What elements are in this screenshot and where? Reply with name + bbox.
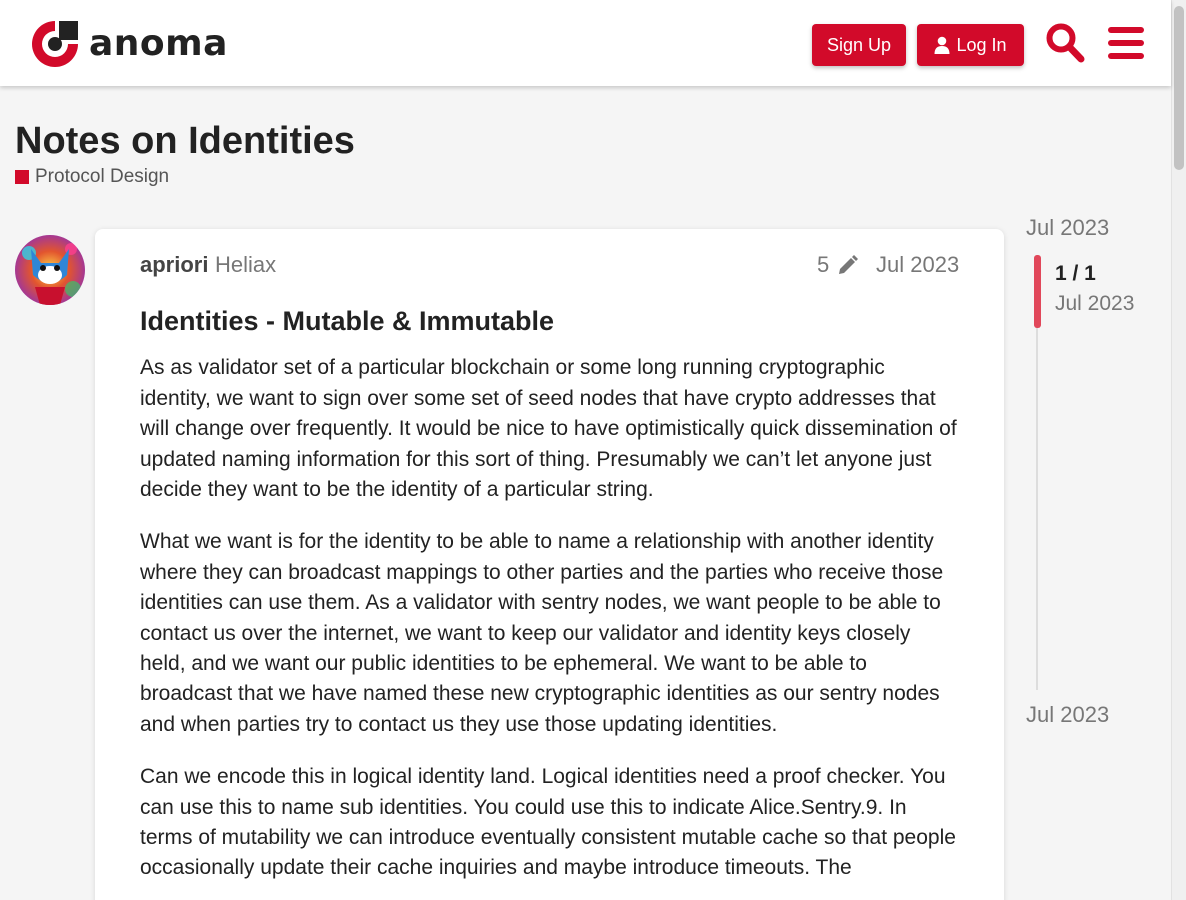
hamburger-menu-icon[interactable] bbox=[1108, 25, 1144, 61]
logo-text: anoma bbox=[89, 23, 228, 64]
timeline-handle[interactable] bbox=[1034, 255, 1041, 328]
post-paragraph: Can we encode this in logical identity l… bbox=[140, 765, 956, 880]
user-icon bbox=[934, 36, 950, 54]
post-heading: Identities - Mutable & Immutable bbox=[140, 306, 555, 336]
sign-up-button[interactable]: Sign Up bbox=[812, 24, 906, 66]
avatar[interactable] bbox=[15, 235, 85, 305]
post-body: Identities - Mutable & Immutable As as v… bbox=[140, 305, 960, 900]
log-in-button[interactable]: Log In bbox=[917, 24, 1024, 66]
post-date[interactable]: Jul 2023 bbox=[876, 252, 959, 278]
post-paragraph: What we want is for the identity to be a… bbox=[140, 530, 944, 736]
page-scrollbar[interactable] bbox=[1171, 0, 1186, 900]
pencil-icon bbox=[839, 255, 859, 274]
edit-count: 5 bbox=[817, 252, 830, 277]
scrollbar-thumb[interactable] bbox=[1174, 6, 1184, 170]
site-header: anoma Sign Up Log In bbox=[0, 0, 1171, 86]
category-label: Protocol Design bbox=[35, 166, 170, 187]
log-in-label: Log In bbox=[956, 34, 1007, 55]
category-badge[interactable]: Protocol Design bbox=[15, 166, 169, 188]
post-paragraph: As as validator set of a particular bloc… bbox=[140, 356, 957, 502]
post-username[interactable]: apriori bbox=[140, 252, 208, 278]
timeline-handle-date: Jul 2023 bbox=[1055, 292, 1135, 315]
category-color-icon bbox=[15, 170, 29, 184]
search-icon[interactable] bbox=[1045, 22, 1085, 64]
sign-up-label: Sign Up bbox=[826, 34, 892, 55]
timeline-position: 1 / 1 bbox=[1055, 262, 1096, 285]
site-logo[interactable]: anoma bbox=[29, 18, 228, 70]
timeline-start-date[interactable]: Jul 2023 bbox=[1026, 215, 1109, 241]
anoma-logo-icon bbox=[32, 21, 78, 67]
topic-title[interactable]: Notes on Identities bbox=[15, 120, 355, 163]
edit-history-button[interactable]: 5 bbox=[817, 252, 859, 278]
timeline-end-date[interactable]: Jul 2023 bbox=[1026, 702, 1109, 728]
post-card: apriori Heliax 5 Jul 2023 Identities - M… bbox=[95, 229, 1004, 900]
post-user-title: Heliax bbox=[215, 252, 277, 277]
